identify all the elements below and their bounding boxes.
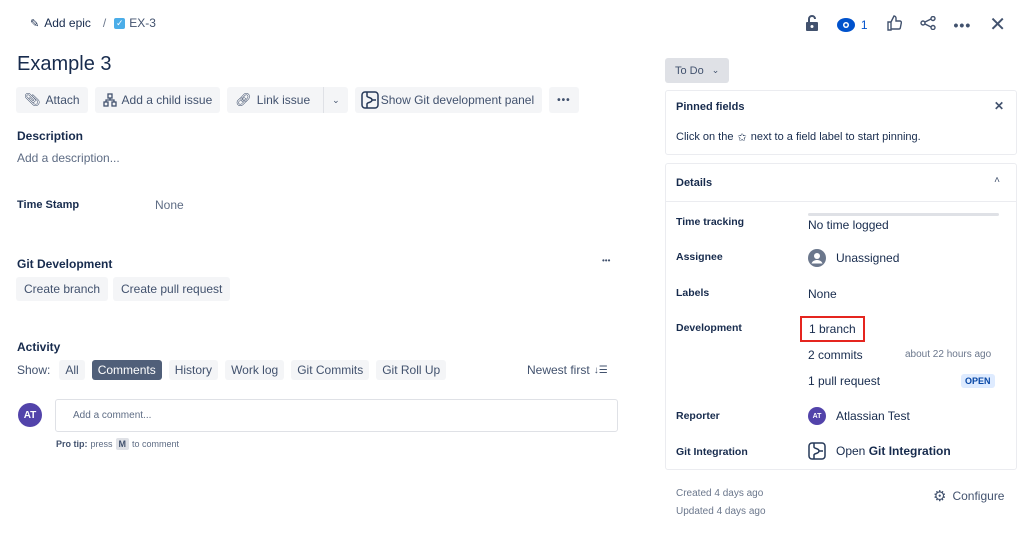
pin-icon: ✩ [737,132,747,144]
chevron-down-icon: ⌄ [711,65,720,75]
breadcrumb-separator: / [102,16,107,30]
reporter-value[interactable]: AT Atlassian Test [808,407,910,425]
activity-tab-git-roll-up[interactable]: Git Roll Up [376,360,447,380]
chevron-down-icon: ⌄ [332,94,340,105]
show-label: Show: [17,363,51,377]
more-toolbar-button[interactable]: ••• [549,87,579,113]
reporter-avatar: AT [808,407,826,425]
commits-time: about 22 hours ago [905,349,992,360]
share-icon[interactable] [919,15,936,33]
created-date: Created 4 days ago [676,488,764,499]
configure-button[interactable]: ⚙ Configure [933,487,1004,505]
time-stamp-label: Time Stamp [17,199,80,211]
keyboard-shortcut-key: M [115,438,130,450]
description-label: Description [17,129,84,143]
chevron-up-icon: ˄ [994,175,1000,186]
activity-label: Activity [17,340,61,354]
description-field[interactable]: Add a description... [17,151,120,165]
breadcrumb: ✎ Add epic / ✓ EX-3 [30,16,156,30]
details-card: Details ˄ Time tracking No time logged A… [665,163,1017,470]
activity-tab-history[interactable]: History [168,360,219,380]
hierarchy-icon [102,93,117,107]
issue-title[interactable]: Example 3 [17,53,112,76]
git-integration-icon [360,91,379,109]
pull-request-link[interactable]: 1 pull request [808,374,880,388]
assignee-value[interactable]: Unassigned [808,249,899,267]
sort-order-button[interactable]: Newest first ↓☰ [527,363,608,377]
close-pinned-icon[interactable]: ✕ [994,99,1004,113]
header-actions: 1 ••• ✕ [805,12,1006,37]
time-tracking-value[interactable]: No time logged [808,218,889,232]
paperclip-icon: 📎︎ [24,92,41,107]
more-actions-icon[interactable]: ••• [954,17,972,33]
lock-icon[interactable] [805,15,819,34]
gear-icon: ⚙ [933,488,947,505]
commits-link[interactable]: 2 commits [808,348,863,362]
pro-tip: Pro tip: press M to comment [56,438,180,450]
task-type-icon: ✓ [114,17,126,29]
issue-toolbar: 📎︎ Attach Add a child issue 🔗︎ Link issu… [16,87,579,113]
sort-icon: ↓☰ [593,364,608,376]
pinned-fields-title: Pinned fields [676,101,745,113]
time-tracking-bar[interactable] [808,213,999,216]
close-icon[interactable]: ✕ [989,12,1006,37]
link-issue-split-button: 🔗︎ Link issue ⌄ [227,87,348,113]
activity-tab-all[interactable]: All [59,360,85,380]
details-title: Details [676,177,713,189]
activity-tab-work-log[interactable]: Work log [225,360,285,380]
current-user-avatar: AT [18,403,42,427]
updated-date: Updated 4 days ago [676,506,766,517]
open-git-integration-link[interactable]: Open Git Integration [808,442,951,460]
status-dropdown[interactable]: To Do ⌄ [665,58,730,83]
pinned-hint: Click on the ✩ next to a field label to … [676,131,921,144]
eye-icon [836,17,855,32]
time-stamp-value[interactable]: None [155,198,184,212]
watch-button[interactable]: 1 [836,17,868,32]
branch-link[interactable]: 1 branch [800,316,865,342]
git-development-more-icon[interactable]: ••• [602,256,610,265]
link-issue-button[interactable]: 🔗︎ Link issue [227,87,318,113]
comment-input[interactable]: Add a comment... [55,399,618,432]
show-git-panel-button[interactable]: Show Git development panel [354,87,543,113]
add-child-issue-button[interactable]: Add a child issue [94,87,221,113]
pinned-fields-card: Pinned fields ✕ Click on the ✩ next to a… [665,90,1017,155]
link-issue-dropdown[interactable]: ⌄ [323,87,348,113]
pr-status-badge: OPEN [961,374,995,388]
details-header[interactable]: Details ˄ [666,164,1016,202]
git-development-label: Git Development [17,257,113,271]
link-icon: 🔗︎ [235,92,252,107]
activity-filter: Show: All Comments History Work log Git … [17,360,447,380]
activity-tab-comments[interactable]: Comments [91,360,162,380]
thumbs-up-icon[interactable] [886,15,902,34]
git-integration-icon [808,442,826,460]
add-epic-link[interactable]: Add epic [44,16,91,30]
attach-button[interactable]: 📎︎ Attach [16,87,88,113]
labels-value[interactable]: None [808,287,837,301]
watch-count: 1 [860,17,868,32]
pencil-icon: ✎ [30,17,40,30]
activity-tab-git-commits[interactable]: Git Commits [291,360,370,380]
issue-key-link[interactable]: EX-3 [129,16,156,30]
user-avatar-icon [808,249,826,267]
create-branch-button[interactable]: Create branch [16,277,109,301]
create-pull-request-button[interactable]: Create pull request [113,277,231,301]
